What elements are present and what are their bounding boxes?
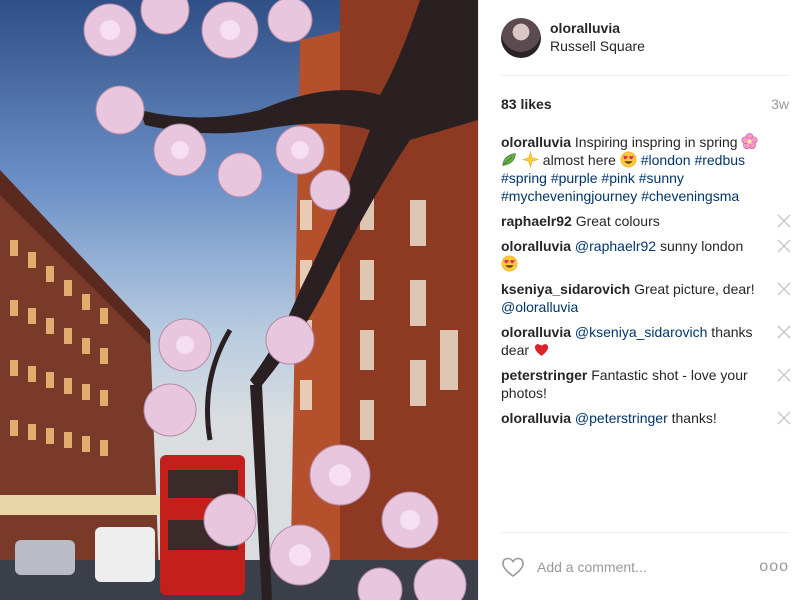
add-comment-input[interactable]: Add a comment... [537, 559, 759, 575]
comment-text: thanks! [667, 410, 717, 426]
comment-text: Great picture, dear! [630, 281, 755, 297]
comment-item: kseniya_sidarovich Great picture, dear! … [501, 280, 791, 316]
hashtag-link[interactable]: #spring [501, 170, 547, 186]
heart-eyes-emoji-icon [501, 255, 518, 272]
hashtag-link[interactable]: #mycheveningjourney [501, 188, 637, 204]
header-info: oloralluvia Russell Square [550, 18, 645, 75]
post-photo[interactable] [0, 0, 478, 600]
comment-author[interactable]: kseniya_sidarovich [501, 281, 630, 297]
delete-comment-icon[interactable] [777, 282, 791, 296]
delete-comment-icon[interactable] [777, 239, 791, 253]
mention-link[interactable]: @raphaelr92 [575, 238, 656, 254]
comment-item: oloralluvia @peterstringer thanks! [501, 409, 791, 427]
more-options-icon[interactable]: ooo [759, 558, 789, 576]
cherry-blossom-emoji-icon [741, 133, 758, 150]
avatar[interactable] [501, 18, 541, 58]
comment-author[interactable]: oloralluvia [501, 238, 571, 254]
leaves-emoji-icon [502, 153, 516, 166]
comments-list: oloralluvia Inspiring inspring in spring… [501, 133, 791, 434]
post-stats: 83 likes 3w [501, 96, 789, 114]
hashtag-link[interactable]: #pink [601, 170, 634, 186]
comment-item: oloralluvia @kseniya_sidarovich thanks d… [501, 323, 791, 359]
caption-author[interactable]: oloralluvia [501, 134, 571, 150]
post-time[interactable]: 3w [771, 96, 789, 114]
red-heart-emoji-icon [534, 344, 548, 356]
comment-author[interactable]: peterstringer [501, 367, 587, 383]
comment-author[interactable]: oloralluvia [501, 410, 571, 426]
likes-count[interactable]: 83 likes [501, 96, 552, 114]
comment-author[interactable]: oloralluvia [501, 324, 571, 340]
post-sidebar: oloralluvia Russell Square 83 likes 3w o… [478, 0, 811, 600]
heart-eyes-emoji-icon [620, 151, 637, 168]
delete-comment-icon[interactable] [777, 368, 791, 382]
like-heart-icon[interactable] [501, 556, 525, 578]
caption: oloralluvia Inspiring inspring in spring… [501, 133, 791, 205]
instagram-post: oloralluvia Russell Square 83 likes 3w o… [0, 0, 811, 600]
mention-link[interactable]: @oloralluvia [501, 299, 578, 315]
caption-text-1: Inspiring inspring in spring [571, 134, 742, 150]
comment-item: raphaelr92 Great colours [501, 212, 791, 230]
delete-comment-icon[interactable] [777, 214, 791, 228]
comment-item: peterstringer Fantastic shot - love your… [501, 366, 791, 402]
hashtag-link[interactable]: #redbus [694, 152, 745, 168]
sparkles-emoji-icon [521, 151, 539, 168]
delete-comment-icon[interactable] [777, 325, 791, 339]
comment-text: Great colours [571, 213, 660, 229]
hashtag-link[interactable]: #sunny [639, 170, 684, 186]
hashtag-link[interactable]: #cheveningsma [641, 188, 739, 204]
photo-illustration [0, 0, 478, 600]
hashtag-link[interactable]: #london [641, 152, 691, 168]
location-link[interactable]: Russell Square [550, 37, 645, 55]
post-footer: Add a comment... ooo [501, 532, 789, 600]
comment-text: sunny london [656, 238, 744, 254]
post-header: oloralluvia Russell Square [501, 18, 789, 76]
delete-comment-icon[interactable] [777, 411, 791, 425]
caption-text-2: almost here [538, 152, 620, 168]
mention-link[interactable]: @kseniya_sidarovich [575, 324, 708, 340]
comment-item: oloralluvia @raphaelr92 sunny london [501, 237, 791, 273]
mention-link[interactable]: @peterstringer [575, 410, 668, 426]
hashtag-link[interactable]: #purple [551, 170, 598, 186]
username-link[interactable]: oloralluvia [550, 19, 645, 37]
comment-author[interactable]: raphaelr92 [501, 213, 572, 229]
